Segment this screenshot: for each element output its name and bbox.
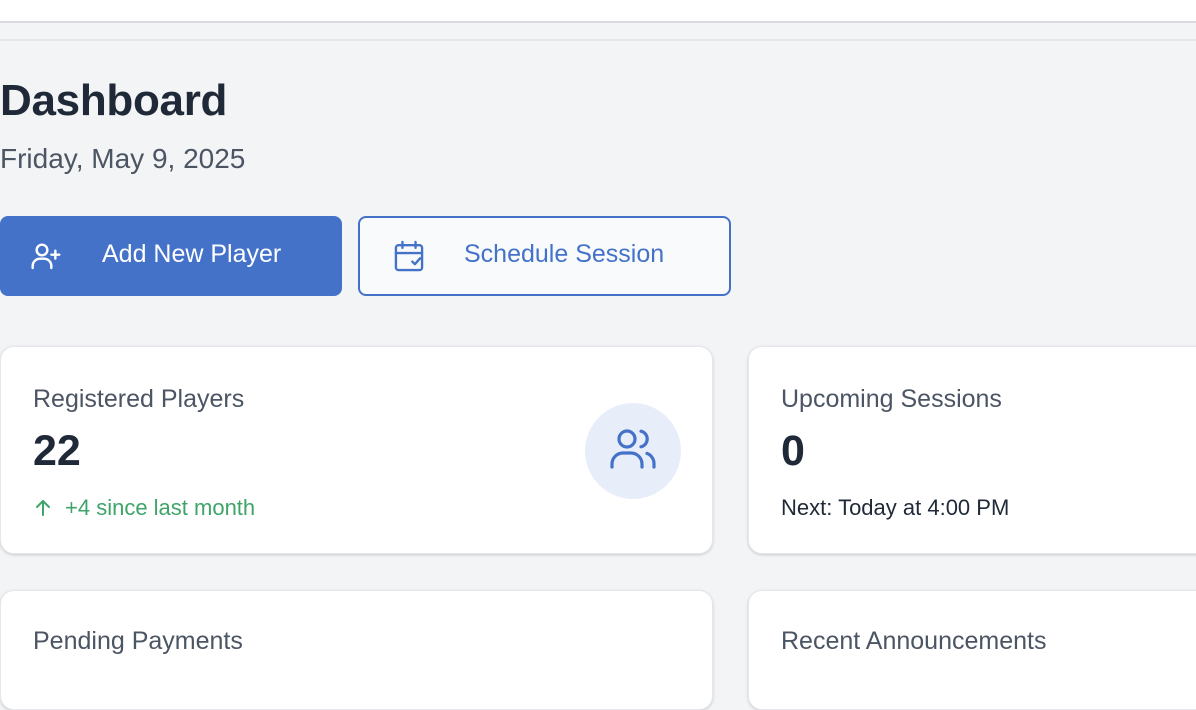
card-value: 22 bbox=[33, 427, 81, 475]
header-divider bbox=[0, 39, 1196, 41]
users-icon bbox=[609, 425, 657, 478]
card-label: Recent Announcements bbox=[781, 627, 1047, 655]
add-new-player-label: Add New Player bbox=[102, 240, 282, 268]
page-date: Friday, May 9, 2025 bbox=[0, 143, 246, 174]
schedule-session-label: Schedule Session bbox=[464, 240, 665, 268]
card-label: Upcoming Sessions bbox=[781, 385, 1002, 413]
top-navigation-bar bbox=[0, 0, 1196, 41]
arrow-up-icon bbox=[33, 498, 53, 518]
page-title: Dashboard bbox=[0, 76, 228, 125]
card-value: 0 bbox=[781, 427, 805, 475]
card-label: Registered Players bbox=[33, 385, 245, 413]
schedule-session-button[interactable]: Schedule Session bbox=[358, 216, 731, 296]
card-label: Pending Payments bbox=[33, 627, 243, 655]
pending-payments-card: Pending Payments bbox=[0, 590, 713, 710]
next-session-note: Next: Today at 4:00 PM bbox=[781, 495, 1010, 520]
add-new-player-button[interactable]: Add New Player bbox=[0, 216, 342, 296]
trend-text: +4 since last month bbox=[65, 495, 256, 520]
recent-announcements-card: Recent Announcements bbox=[748, 590, 1196, 710]
registered-players-card: Registered Players 22 +4 since last mont… bbox=[0, 346, 713, 554]
calendar-check-icon bbox=[393, 240, 425, 281]
trend-indicator: +4 since last month bbox=[33, 495, 255, 521]
users-icon-badge bbox=[585, 403, 681, 499]
user-plus-icon bbox=[30, 240, 62, 279]
upcoming-sessions-card: Upcoming Sessions 0 Next: Today at 4:00 … bbox=[748, 346, 1196, 554]
